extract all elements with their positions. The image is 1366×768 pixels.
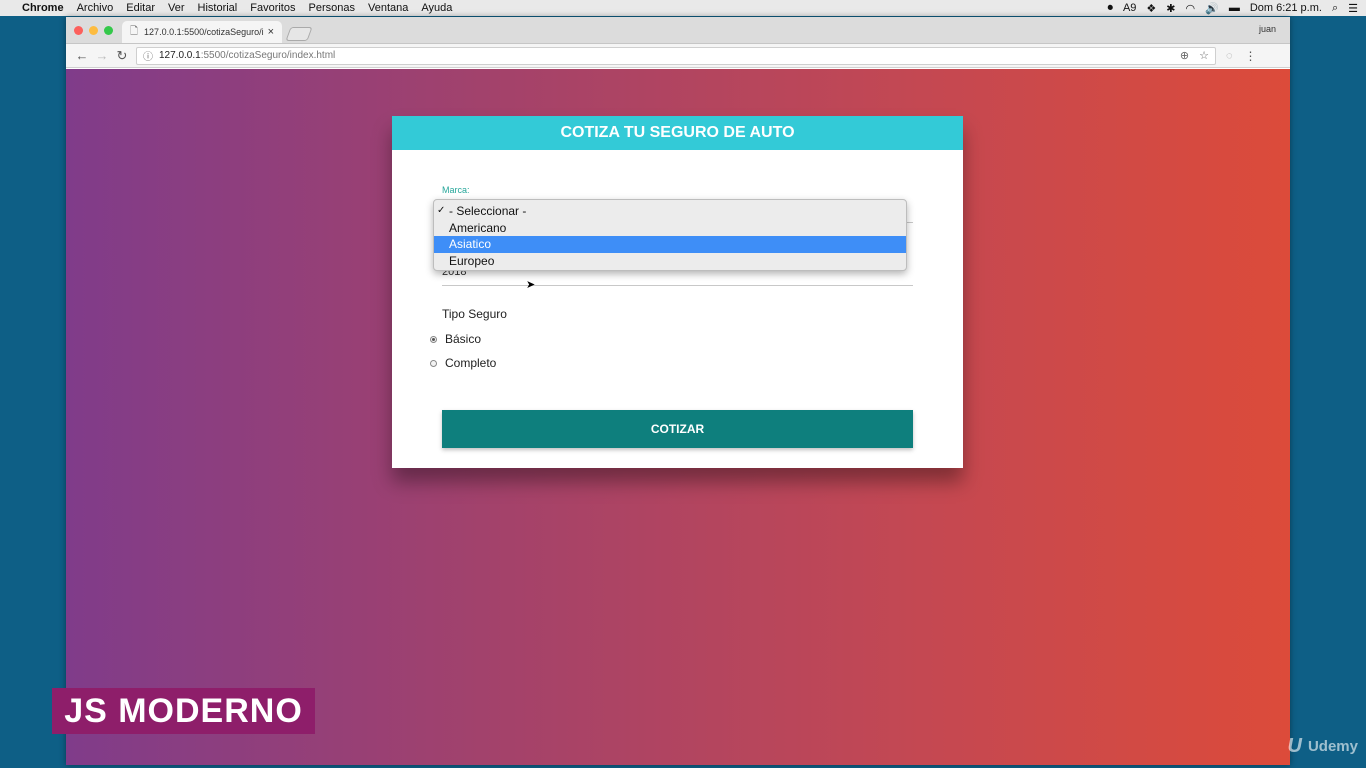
minimize-window-button[interactable] bbox=[89, 26, 98, 35]
menu-editar[interactable]: Editar bbox=[126, 2, 155, 14]
bluetooth-icon[interactable]: ✱ bbox=[1166, 2, 1175, 15]
quote-form-card: COTIZA TU SEGURO DE AUTO Marca: 2018 ✓ -… bbox=[392, 116, 963, 468]
udemy-watermark-text: Udemy bbox=[1307, 738, 1358, 755]
dropbox-icon[interactable]: ❖ bbox=[1146, 2, 1156, 15]
zoom-window-button[interactable] bbox=[104, 26, 113, 35]
spotlight-search-icon[interactable]: ⌕ bbox=[1332, 2, 1338, 15]
browser-menu-icon[interactable]: ⋮ bbox=[1245, 49, 1257, 63]
menu-ayuda[interactable]: Ayuda bbox=[421, 2, 452, 14]
browser-window: 🗋 127.0.0.1:5500/cotizaSeguro/i × juan ←… bbox=[66, 17, 1290, 765]
url-path: :5500/cotizaSeguro/index.html bbox=[200, 50, 336, 61]
radio-completo-circle[interactable] bbox=[430, 359, 437, 367]
close-window-button[interactable] bbox=[74, 26, 83, 35]
address-bar[interactable]: ⓘ 127.0.0.1 :5500/cotizaSeguro/index.htm… bbox=[136, 46, 1216, 65]
radio-basico[interactable]: Básico bbox=[430, 332, 481, 346]
udemy-watermark: U Udemy bbox=[1288, 735, 1358, 758]
marca-label: Marca: bbox=[442, 185, 470, 195]
url-host: 127.0.0.1 bbox=[159, 50, 201, 61]
menu-favoritos[interactable]: Favoritos bbox=[250, 2, 295, 14]
tab-bar: 🗋 127.0.0.1:5500/cotizaSeguro/i × juan bbox=[66, 17, 1290, 44]
browser-toolbar: ← → ↻ ⓘ 127.0.0.1 :5500/cotizaSeguro/ind… bbox=[66, 44, 1290, 68]
tab-close-icon[interactable]: × bbox=[268, 26, 274, 38]
radio-basico-circle[interactable] bbox=[430, 335, 437, 343]
marca-option-europeo[interactable]: Europeo bbox=[434, 253, 906, 270]
tipo-seguro-label: Tipo Seguro bbox=[442, 307, 507, 321]
option-label: - Seleccionar - bbox=[449, 204, 527, 218]
clock[interactable]: Dom 6:21 p.m. bbox=[1250, 2, 1322, 14]
menu-app-chrome[interactable]: Chrome bbox=[22, 2, 64, 14]
marca-option-seleccionar[interactable]: ✓ - Seleccionar - bbox=[434, 203, 906, 220]
year-select-underline bbox=[442, 285, 913, 286]
page-viewport: COTIZA TU SEGURO DE AUTO Marca: 2018 ✓ -… bbox=[66, 69, 1290, 765]
status-count-value: 9 bbox=[1130, 2, 1137, 14]
tab-title: 127.0.0.1:5500/cotizaSeguro/i bbox=[144, 27, 264, 37]
radio-completo-label[interactable]: Completo bbox=[445, 356, 496, 370]
checkmark-icon: ✓ bbox=[437, 205, 446, 216]
marca-option-americano[interactable]: Americano bbox=[434, 220, 906, 237]
info-icon[interactable]: ⓘ bbox=[143, 48, 153, 63]
menu-historial[interactable]: Historial bbox=[198, 2, 238, 14]
forward-arrow-icon[interactable]: → bbox=[92, 48, 112, 63]
wifi-icon[interactable]: ◠ bbox=[1186, 2, 1196, 15]
page-icon: 🗋 bbox=[130, 25, 139, 37]
option-label: Americano bbox=[449, 220, 507, 235]
back-arrow-icon[interactable]: ← bbox=[72, 48, 92, 63]
profile-name[interactable]: juan bbox=[1259, 24, 1276, 34]
flag-icon[interactable]: ▬ bbox=[1229, 2, 1240, 14]
menu-ventana[interactable]: Ventana bbox=[368, 2, 408, 14]
radio-basico-label[interactable]: Básico bbox=[445, 332, 481, 346]
menubar-status-area: ⏺ A9 ❖ ✱ ◠ 🔊 ▬ Dom 6:21 p.m. ⌕ ☰ bbox=[1107, 2, 1358, 15]
form-header: COTIZA TU SEGURO DE AUTO bbox=[392, 116, 963, 150]
browser-tab-active[interactable]: 🗋 127.0.0.1:5500/cotizaSeguro/i × bbox=[122, 21, 282, 43]
new-tab-button[interactable] bbox=[285, 27, 313, 41]
option-label: Asiatico bbox=[449, 237, 492, 251]
cotizar-button[interactable]: COTIZAR bbox=[442, 410, 913, 448]
menu-personas[interactable]: Personas bbox=[309, 2, 355, 14]
radio-completo[interactable]: Completo bbox=[430, 356, 496, 370]
mouse-cursor-icon: ➤ bbox=[526, 279, 536, 291]
marca-option-asiatico[interactable]: Asiatico ➤ bbox=[434, 236, 906, 291]
marca-dropdown-list[interactable]: ✓ - Seleccionar - Americano Asiatico ➤ E… bbox=[433, 199, 907, 291]
extension-icon[interactable]: ◌ bbox=[1226, 50, 1233, 62]
status-count[interactable]: A9 bbox=[1123, 2, 1136, 14]
menu-archivo[interactable]: Archivo bbox=[77, 2, 114, 14]
bookmark-star-icon[interactable]: ☆ bbox=[1199, 49, 1209, 62]
course-badge: JS MODERNO bbox=[52, 688, 315, 734]
os-menubar: Chrome Archivo Editar Ver Historial Favo… bbox=[0, 0, 1366, 16]
reload-icon[interactable]: ↻ bbox=[112, 48, 132, 64]
notification-list-icon[interactable]: ☰ bbox=[1348, 2, 1358, 15]
volume-icon[interactable]: 🔊 bbox=[1205, 2, 1219, 15]
menu-ver[interactable]: Ver bbox=[168, 2, 185, 14]
zoom-magnifier-icon[interactable]: ⊕ bbox=[1180, 49, 1189, 62]
udemy-logo-icon: U bbox=[1287, 735, 1302, 757]
option-label: Europeo bbox=[449, 253, 495, 268]
window-controls bbox=[74, 26, 113, 35]
screen-record-icon[interactable]: ⏺ bbox=[1107, 2, 1113, 15]
omnibox-actions: ⊕ ☆ bbox=[1180, 49, 1209, 62]
